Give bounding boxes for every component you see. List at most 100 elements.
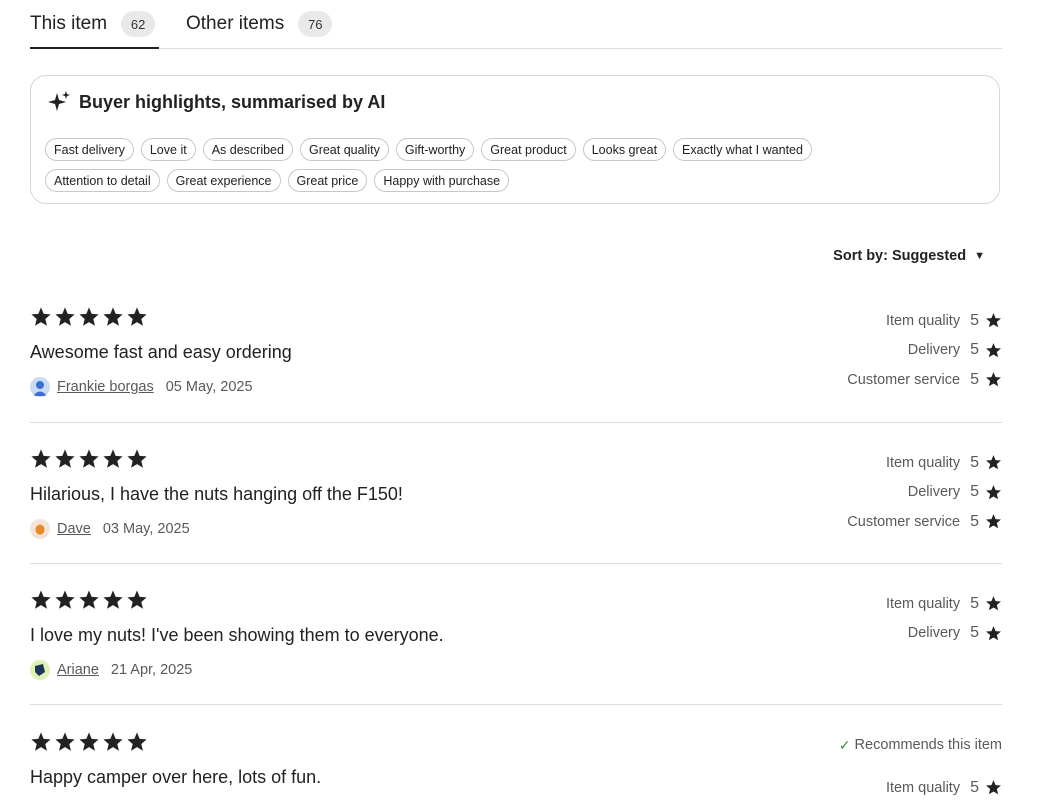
star-icon [126, 731, 148, 758]
star-icon [54, 731, 76, 758]
review-tabs: This item 62 Other items 76 [30, 0, 1002, 49]
sub-rating-value: 5 [970, 483, 979, 501]
avatar [30, 519, 50, 539]
review-date: 03 May, 2025 [102, 521, 190, 537]
sub-rating-row: Item quality 5 [742, 773, 1002, 803]
review-item: I love my nuts! I've been showing them t… [30, 589, 1002, 705]
highlight-chip[interactable]: Fast delivery [45, 138, 134, 161]
star-icon [78, 589, 100, 616]
sub-rating-value: 5 [970, 594, 979, 612]
sub-rating-label: Item quality [885, 454, 961, 471]
star-icon [979, 454, 1002, 471]
highlights-header: Buyer highlights, summarised by AI [47, 90, 385, 114]
star-icon [30, 306, 52, 333]
sub-rating-value: 5 [970, 778, 979, 796]
star-icon [78, 448, 100, 475]
star-icon [979, 513, 1002, 530]
recommends-label: Recommends this item [854, 737, 1002, 753]
caret-down-icon: ▼ [974, 250, 985, 262]
star-icon [78, 306, 100, 333]
star-rating [30, 306, 148, 333]
star-icon [126, 589, 148, 616]
sub-rating-value: 5 [970, 624, 979, 642]
star-icon [30, 589, 52, 616]
sub-rating-value: 5 [970, 341, 979, 359]
tab-count-badge: 62 [121, 11, 156, 37]
highlight-chip[interactable]: Great experience [166, 169, 281, 192]
sub-rating-label: Item quality [885, 595, 961, 612]
tab-label: Other items [186, 13, 285, 34]
sub-ratings: Item quality 5 Delivery 5 Customer service 5 [742, 448, 1002, 537]
review-text: I love my nuts! I've been showing them t… [30, 625, 444, 645]
highlight-chip[interactable]: Great quality [299, 138, 389, 161]
tab-other-items[interactable]: Other items 76 [186, 0, 333, 48]
highlight-chip[interactable]: Love it [140, 138, 196, 161]
sub-rating-label: Item quality [885, 779, 961, 796]
avatar [30, 660, 50, 680]
recommends-badge: ✓ Recommends this item [742, 731, 1002, 759]
review-item: Happy camper over here, lots of fun. ✓ R… [30, 731, 1002, 800]
star-icon [979, 484, 1002, 501]
star-icon [30, 448, 52, 475]
highlight-chip[interactable]: Great price [287, 169, 368, 192]
highlight-chip[interactable]: Great product [481, 138, 576, 161]
reviewer-name-link[interactable]: Dave [57, 521, 91, 537]
tab-this-item[interactable]: This item 62 [30, 0, 160, 49]
highlight-chip[interactable]: Attention to detail [45, 169, 160, 192]
star-icon [979, 779, 1002, 796]
highlight-chip[interactable]: As described [202, 138, 293, 161]
sub-rating-value: 5 [970, 512, 979, 530]
star-icon [979, 595, 1002, 612]
star-icon [102, 448, 124, 475]
sub-rating-row: Item quality 5 [742, 589, 1002, 619]
chip-row: Fast delivery Love it As described Great qu… [45, 138, 985, 161]
sub-rating-value: 5 [970, 370, 979, 388]
star-icon [979, 371, 1002, 388]
highlight-chip[interactable]: Gift-worthy [395, 138, 475, 161]
review-text: Hilarious, I have the nuts hanging off t… [30, 484, 403, 504]
sort-dropdown[interactable]: Sort by: Suggested ▼ [833, 248, 985, 264]
highlights-title: Buyer highlights, summarised by AI [79, 91, 386, 112]
sub-rating-row: Customer service 5 [742, 507, 1002, 537]
sub-rating-row: Delivery 5 [742, 478, 1002, 508]
sub-ratings: ✓ Recommends this item Item quality 5 [742, 731, 1002, 803]
highlight-chips: Fast delivery Love it As described Great qu… [45, 138, 985, 200]
review-item: Awesome fast and easy ordering Frankie b… [30, 306, 1002, 423]
sub-rating-label: Customer service [847, 513, 961, 530]
sparkle-icon [48, 91, 70, 111]
review-date: 21 Apr, 2025 [110, 662, 193, 678]
star-icon [102, 731, 124, 758]
star-icon [102, 306, 124, 333]
reviewer-name-link[interactable]: Frankie borgas [57, 379, 154, 395]
star-icon [54, 589, 76, 616]
sub-rating-row: Customer service 5 [742, 365, 1002, 395]
tab-label: This item [30, 13, 108, 34]
sub-ratings: Item quality 5 Delivery 5 [742, 589, 1002, 648]
star-rating [30, 448, 148, 475]
sub-rating-value: 5 [970, 453, 979, 471]
buyer-highlights-panel: Buyer highlights, summarised by AI Fast … [30, 75, 1000, 204]
star-icon [102, 589, 124, 616]
reviewer-info: Dave 03 May, 2025 [30, 519, 190, 539]
sub-rating-row: Item quality 5 [742, 448, 1002, 478]
star-icon [30, 731, 52, 758]
star-icon [979, 312, 1002, 329]
highlight-chip[interactable]: Looks great [582, 138, 667, 161]
review-text: Awesome fast and easy ordering [30, 342, 292, 362]
reviewer-name-link[interactable]: Ariane [57, 662, 99, 678]
sub-rating-label: Delivery [907, 625, 961, 642]
star-icon [54, 448, 76, 475]
avatar [30, 377, 50, 397]
highlight-chip[interactable]: Exactly what I wanted [673, 138, 812, 161]
sub-rating-label: Customer service [847, 371, 961, 388]
sort-label: Sort by: Suggested [833, 248, 967, 264]
reviewer-info: Ariane 21 Apr, 2025 [30, 660, 192, 680]
star-icon [979, 625, 1002, 642]
highlight-chip[interactable]: Happy with purchase [374, 169, 510, 192]
star-icon [126, 448, 148, 475]
star-icon [979, 342, 1002, 359]
star-rating [30, 731, 148, 758]
reviewer-info: Frankie borgas 05 May, 2025 [30, 377, 253, 397]
chip-row: Attention to detail Great experience Great… [45, 169, 985, 192]
tab-count-badge: 76 [298, 11, 333, 37]
